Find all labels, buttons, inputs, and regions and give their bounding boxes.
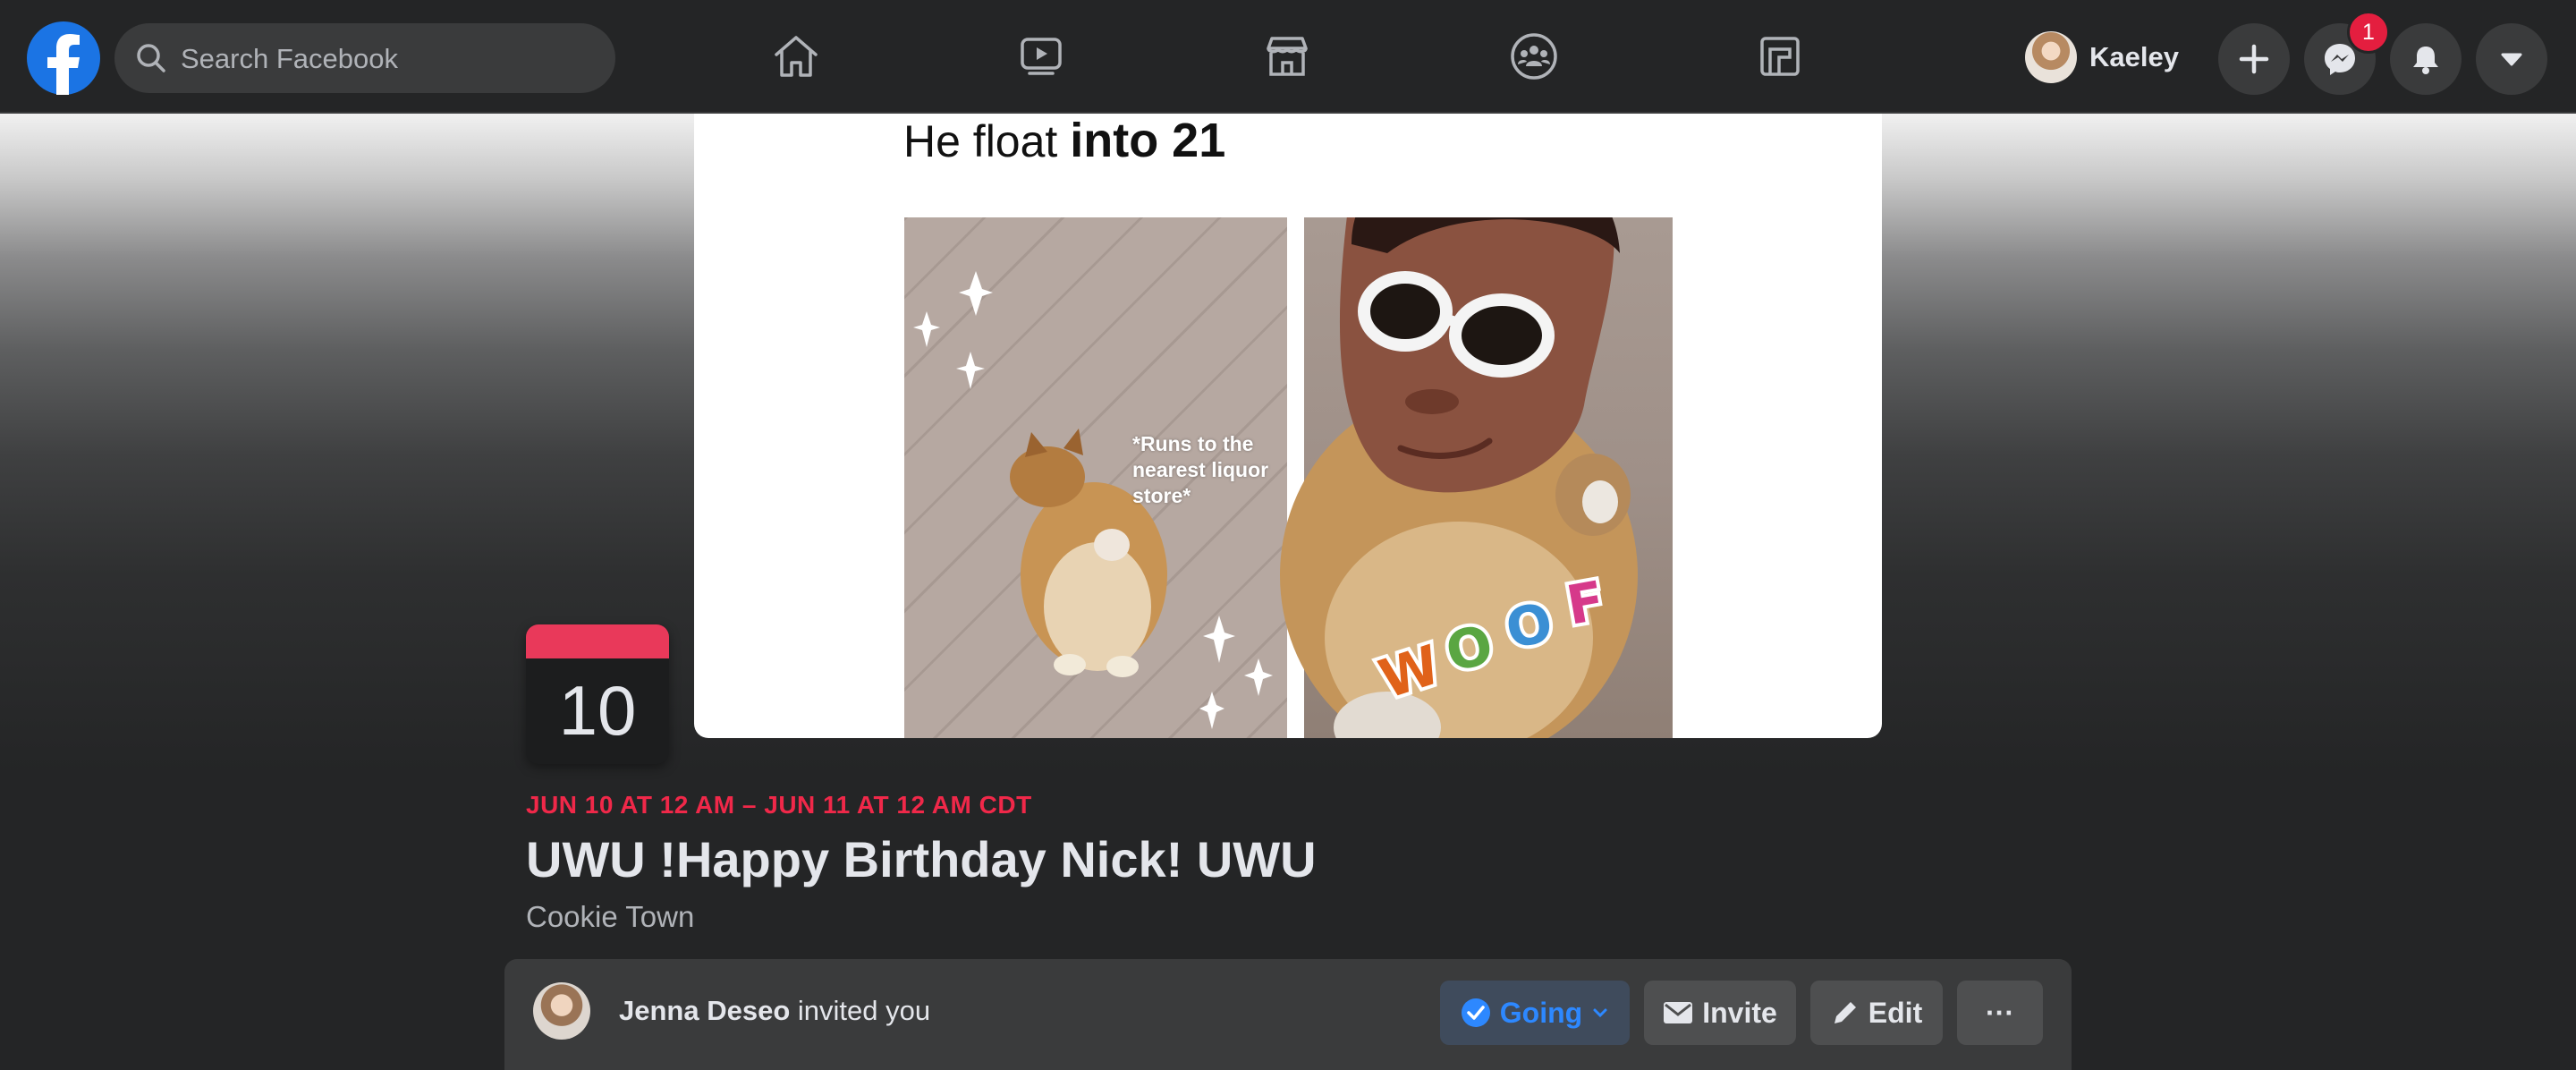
meme-caption: He float into 21 [903,114,1226,167]
gaming-icon[interactable] [1749,25,1811,88]
event-date-badge: 10 [526,624,669,764]
home-icon[interactable] [765,25,827,88]
going-button[interactable]: Going [1440,981,1630,1045]
avatar [2025,31,2077,83]
going-label: Going [1499,996,1583,1029]
invite-label: Invite [1702,996,1777,1029]
search-icon [137,44,165,72]
invite-text: Jenna Deseo invited you [619,995,931,1026]
meme-side-text: *Runs to the nearest liquor store* [1132,432,1269,507]
inviter-avatar[interactable] [533,982,590,1040]
envelope-icon [1664,1002,1693,1023]
more-icon: ··· [1986,996,2014,1029]
caret-down-icon [2501,53,2522,66]
messenger-notification-badge: 1 [2347,11,2390,54]
top-navigation-bar: Kaeley 1 [0,0,2576,114]
inviter-name[interactable]: Jenna Deseo [619,995,790,1026]
profile-name: Kaeley [2089,41,2179,72]
search-box[interactable] [114,23,615,95]
create-button[interactable] [2218,23,2290,95]
bell-icon [2413,47,2438,74]
event-day: 10 [558,671,637,750]
edit-label: Edit [1868,996,1923,1029]
watch-icon[interactable] [1010,25,1072,88]
invite-button[interactable]: Invite [1644,981,1796,1045]
account-menu-button[interactable] [2476,23,2547,95]
chevron-down-icon [1593,1008,1607,1018]
event-location[interactable]: Cookie Town [526,900,694,934]
pencil-icon [1834,1002,1856,1023]
calendar-band [526,624,669,658]
profile-button[interactable]: Kaeley [2025,27,2188,88]
edit-button[interactable]: Edit [1810,981,1943,1045]
event-title: UWU !Happy Birthday Nick! UWU [526,831,1317,887]
groups-icon[interactable] [1503,25,1565,88]
more-options-button[interactable]: ··· [1957,981,2043,1045]
notifications-button[interactable] [2390,23,2462,95]
facebook-logo[interactable] [27,21,100,95]
marketplace-icon[interactable] [1256,25,1318,88]
event-time: JUN 10 AT 12 AM – JUN 11 AT 12 AM CDT [526,791,1032,819]
search-input[interactable] [179,23,603,95]
check-circle-icon [1461,998,1490,1027]
plus-icon [2239,44,2269,74]
